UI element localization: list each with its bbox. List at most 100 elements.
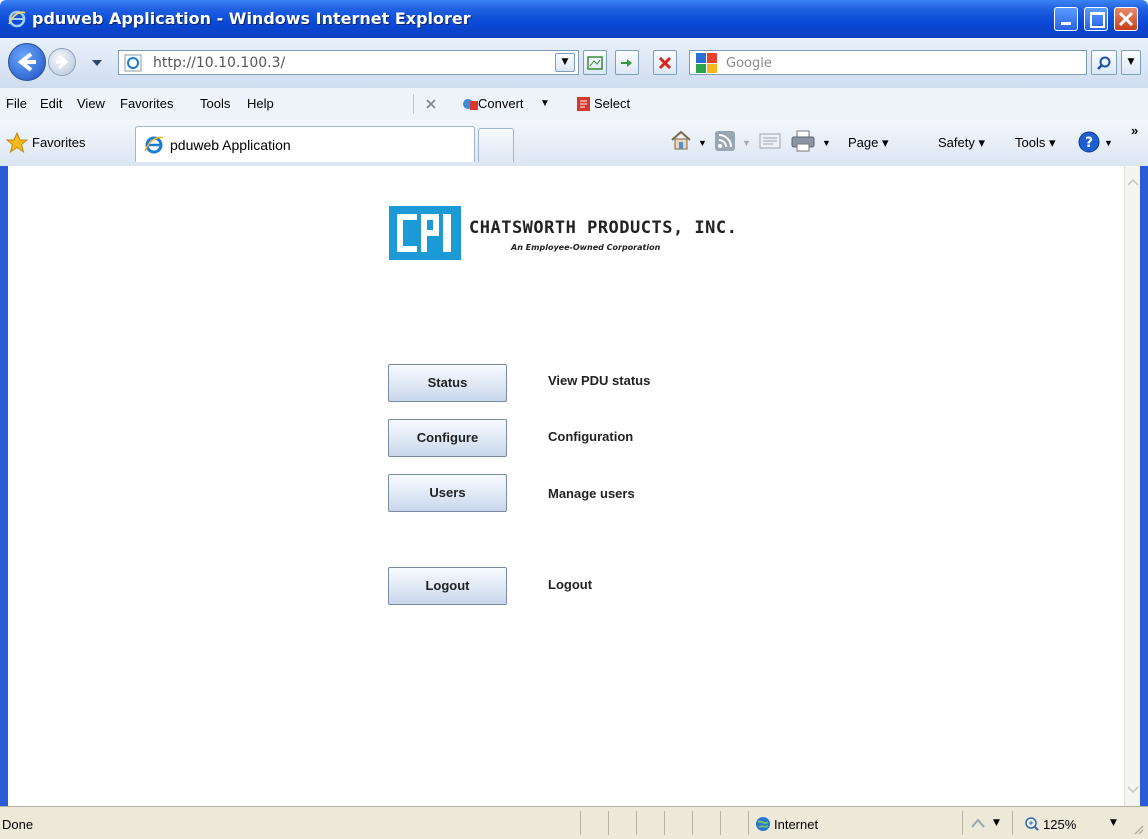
convert-icon	[463, 99, 478, 110]
status-text: Done	[2, 817, 34, 832]
convert-dropdown-icon[interactable]: ▼	[540, 98, 550, 109]
vertical-scrollbar[interactable]	[1124, 166, 1140, 806]
logout-button[interactable]: Logout	[388, 567, 507, 605]
zoom-dropdown-icon[interactable]: ▼	[1110, 818, 1117, 828]
security-zone[interactable]: Internet	[774, 817, 818, 832]
configure-description: Configuration	[548, 429, 634, 444]
search-input[interactable]: Google	[689, 50, 1087, 75]
tools-menu-label: Tools	[1015, 135, 1046, 150]
url-field[interactable]: http://10.10.100.3/	[118, 50, 579, 75]
url-text: http://10.10.100.3/	[153, 55, 286, 71]
select-icon	[577, 97, 590, 111]
menu-favorites[interactable]: Favorites	[120, 96, 173, 111]
zoom-level[interactable]: 125%	[1043, 817, 1076, 832]
feeds-dropdown-icon[interactable]: ▼	[742, 138, 751, 148]
page-icon	[124, 54, 142, 72]
menu-bar: File Edit View Favorites Tools Help Conv…	[0, 88, 1148, 121]
help-icon[interactable]: ?	[1077, 130, 1101, 154]
ie-icon	[8, 10, 26, 28]
status-divider	[608, 811, 609, 835]
status-description: View PDU status	[548, 373, 651, 388]
search-placeholder: Google	[726, 56, 772, 71]
compatibility-icon	[587, 56, 603, 70]
refresh-button[interactable]	[615, 50, 639, 75]
stop-button[interactable]	[653, 50, 677, 75]
back-button[interactable]	[8, 43, 46, 81]
feeds-icon[interactable]	[714, 130, 736, 152]
new-tab-button[interactable]	[478, 128, 514, 162]
close-window-button[interactable]	[1114, 7, 1138, 31]
window-frame-left	[0, 166, 8, 806]
users-description: Manage users	[548, 486, 635, 501]
status-divider	[962, 811, 963, 835]
favorites-star-icon	[6, 132, 28, 154]
help-dropdown-icon[interactable]: ▼	[1104, 138, 1113, 148]
url-dropdown-button[interactable]: ▼	[555, 53, 575, 72]
page-menu[interactable]: Page ▾	[848, 135, 889, 151]
search-icon	[1097, 56, 1111, 70]
close-icon	[1118, 11, 1134, 27]
logout-description: Logout	[548, 577, 593, 592]
history-dropdown-icon[interactable]	[91, 59, 103, 67]
status-divider	[664, 811, 665, 835]
toolbar-overflow-icon[interactable]: »	[1131, 123, 1138, 138]
search-options-button[interactable]: ▼	[1121, 50, 1141, 75]
status-divider	[1012, 811, 1013, 835]
status-divider	[692, 811, 693, 835]
status-button[interactable]: Status	[388, 364, 507, 402]
menu-view[interactable]: View	[77, 96, 105, 111]
menu-help[interactable]: Help	[247, 96, 274, 111]
title-bar: pduweb Application - Windows Internet Ex…	[0, 0, 1148, 38]
safety-menu[interactable]: Safety ▾	[938, 135, 985, 151]
home-dropdown-icon[interactable]: ▼	[698, 138, 707, 148]
resize-grip-icon[interactable]	[1132, 823, 1144, 835]
status-divider	[636, 811, 637, 835]
tab-title: pduweb Application	[170, 137, 291, 153]
address-toolbar: http://10.10.100.3/ ▼ Google ▼	[0, 38, 1148, 89]
ie-tab-icon	[144, 136, 164, 154]
google-icon	[696, 53, 717, 73]
menu-divider	[413, 94, 414, 114]
favorites-button[interactable]: Favorites	[32, 135, 85, 150]
internet-zone-icon	[756, 817, 770, 831]
read-mail-icon[interactable]	[759, 132, 781, 150]
minimize-button[interactable]	[1054, 7, 1078, 31]
print-icon[interactable]	[790, 129, 816, 153]
cpi-logo	[389, 206, 461, 260]
refresh-icon	[621, 59, 632, 67]
print-dropdown-icon[interactable]: ▼	[822, 138, 831, 148]
company-tagline: An Employee-Owned Corporation	[511, 243, 661, 252]
company-name: CHATSWORTH PRODUCTS, INC.	[469, 218, 738, 238]
forward-button[interactable]	[48, 48, 76, 76]
maximize-button[interactable]	[1084, 7, 1108, 31]
stop-icon	[658, 56, 672, 70]
menu-edit[interactable]: Edit	[40, 96, 62, 111]
forward-arrow-icon	[56, 54, 69, 70]
home-icon[interactable]	[670, 129, 692, 151]
protected-mode-icon[interactable]	[970, 817, 986, 831]
menu-file[interactable]: File	[6, 96, 27, 111]
configure-button[interactable]: Configure	[388, 419, 507, 457]
select-button[interactable]: Select	[594, 96, 630, 111]
convert-button[interactable]: Convert	[478, 96, 524, 111]
scroll-down-icon[interactable]	[1127, 786, 1139, 794]
users-button[interactable]: Users	[388, 474, 507, 512]
window-title: pduweb Application - Windows Internet Ex…	[32, 9, 471, 28]
svg-text:?: ?	[1085, 135, 1093, 151]
window-frame-right	[1140, 166, 1148, 806]
safety-menu-label: Safety	[938, 135, 975, 150]
status-bar: Done Internet ▼ 125% ▼	[0, 806, 1148, 839]
status-divider	[720, 811, 721, 835]
search-button[interactable]	[1091, 50, 1117, 75]
scroll-up-icon[interactable]	[1127, 178, 1139, 186]
back-arrow-icon	[17, 52, 36, 72]
close-toolbar-icon[interactable]	[425, 98, 437, 110]
tab-pduweb[interactable]: pduweb Application	[135, 126, 475, 162]
menu-tools[interactable]: Tools	[200, 96, 230, 111]
zoom-icon	[1025, 817, 1039, 831]
page-menu-label: Page	[848, 135, 879, 150]
protected-mode-dropdown-icon[interactable]: ▼	[993, 818, 1000, 828]
status-divider	[580, 811, 581, 835]
compatibility-view-button[interactable]	[583, 50, 607, 75]
tools-menu[interactable]: Tools ▾	[1015, 135, 1056, 151]
